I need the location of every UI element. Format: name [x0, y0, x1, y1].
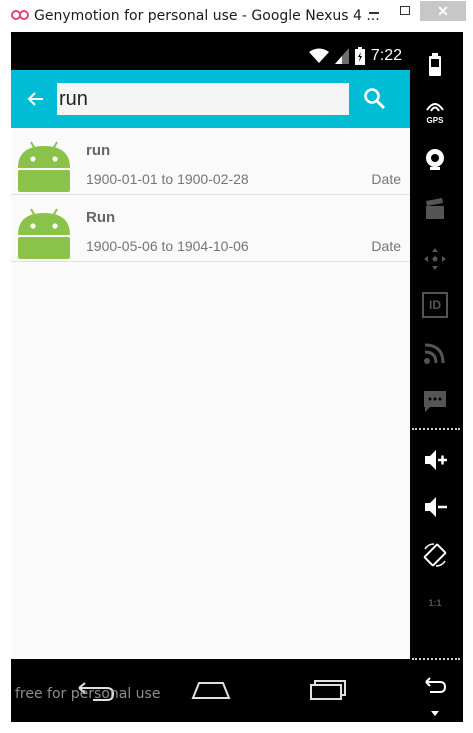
genymotion-side-panel: GPS ID 1:1	[410, 32, 463, 722]
window-border-right	[463, 32, 473, 733]
sms-icon[interactable]	[422, 388, 448, 414]
device-screen: 7:22 run run 1900-01-01 to 1900-02-28 Da…	[11, 32, 410, 722]
gps-label: GPS	[426, 116, 444, 125]
id-label: ID	[429, 298, 441, 312]
search-icon[interactable]	[359, 83, 391, 115]
maximize-button[interactable]	[391, 0, 419, 24]
result-range: 1900-01-01 to 1900-02-28	[86, 171, 249, 187]
battery-icon	[354, 47, 365, 65]
battery-icon[interactable]	[422, 52, 448, 78]
list-item[interactable]: Run 1900-05-06 to 1904-10-06 Date	[11, 195, 410, 262]
window-border-bottom	[0, 722, 473, 733]
android-icon	[18, 208, 70, 259]
list-item[interactable]: run 1900-01-01 to 1900-02-28 Date	[11, 128, 410, 195]
window-border-left	[0, 32, 10, 733]
recents-icon[interactable]	[307, 673, 351, 703]
gps-icon[interactable]: GPS	[422, 100, 448, 126]
result-title: Run	[86, 209, 116, 226]
close-button[interactable]: ✕	[420, 1, 466, 21]
minimize-button[interactable]	[360, 0, 388, 24]
wifi-icon	[308, 48, 329, 63]
side-panel-divider	[412, 658, 460, 660]
more-icon[interactable]	[422, 706, 448, 720]
window-titlebar: Genymotion for personal use - Google Nex…	[0, 0, 473, 33]
id-icon[interactable]: ID	[422, 292, 448, 318]
result-title: run	[86, 142, 111, 159]
search-toolbar: run	[11, 70, 410, 128]
dpad-icon[interactable]	[422, 246, 448, 272]
rss-icon[interactable]	[422, 340, 448, 366]
back-icon[interactable]	[422, 672, 448, 698]
search-input[interactable]: run	[57, 83, 349, 115]
arrow-left-icon[interactable]	[23, 86, 49, 112]
volume-down-icon[interactable]	[422, 494, 448, 520]
volume-up-icon[interactable]	[422, 447, 448, 473]
pixel-perfect-icon[interactable]: 1:1	[422, 590, 448, 616]
genymotion-app-icon	[11, 10, 29, 20]
result-range: 1900-05-06 to 1904-10-06	[86, 238, 249, 254]
watermark-text: free for personal use	[15, 686, 161, 702]
status-icons: 7:22	[308, 46, 402, 66]
status-bar: 7:22	[11, 32, 410, 70]
webcam-icon[interactable]	[422, 146, 448, 172]
side-panel-divider	[412, 428, 460, 430]
result-type: Date	[371, 171, 401, 187]
video-icon[interactable]	[422, 196, 448, 222]
result-type: Date	[371, 238, 401, 254]
signal-icon	[334, 48, 349, 64]
rotate-icon[interactable]	[422, 542, 448, 568]
android-icon	[18, 141, 70, 192]
results-list: run 1900-01-01 to 1900-02-28 Date Run 19…	[11, 128, 410, 659]
pixel-perfect-label: 1:1	[428, 598, 442, 608]
window-title: Genymotion for personal use - Google Nex…	[34, 8, 380, 24]
home-icon[interactable]	[189, 673, 233, 703]
status-time: 7:22	[370, 47, 402, 64]
